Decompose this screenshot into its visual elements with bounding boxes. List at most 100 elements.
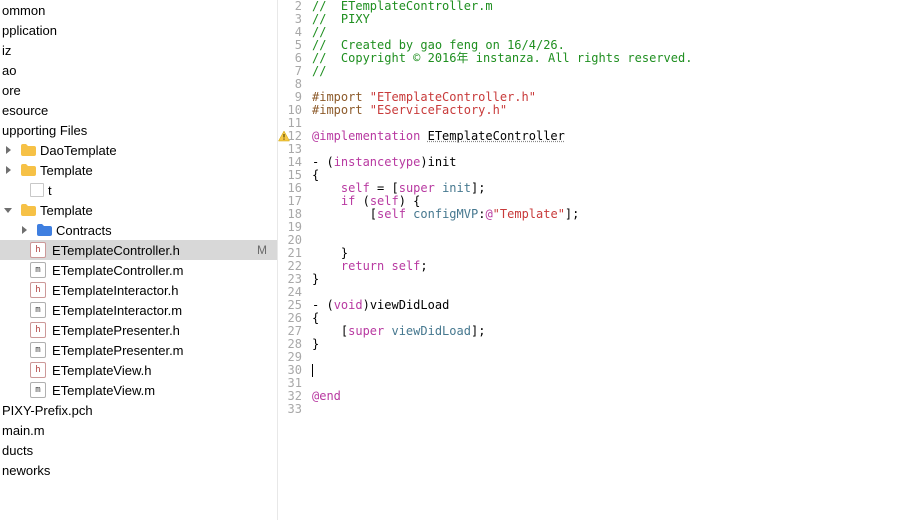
- nav-item-ommon[interactable]: ommon: [0, 0, 277, 20]
- disclosure-closed-icon[interactable]: [0, 142, 16, 158]
- disclosure-open-icon[interactable]: [0, 202, 16, 218]
- nav-item-label: pplication: [2, 23, 57, 38]
- implementation-file-icon: m: [30, 382, 46, 398]
- code-line[interactable]: [312, 234, 920, 247]
- nav-item-template[interactable]: Template: [0, 200, 277, 220]
- nav-item-t[interactable]: t: [0, 180, 277, 200]
- nav-item-etemplateview-m[interactable]: m ETemplateView.m: [0, 380, 277, 400]
- code-line[interactable]: - (instancetype)init: [312, 156, 920, 169]
- nav-item-label: ETemplateView.h: [52, 363, 152, 378]
- code-line[interactable]: [312, 377, 920, 390]
- folder-icon: [36, 222, 52, 238]
- code-editor[interactable]: 2345678910111213141516171819202122232425…: [278, 0, 920, 520]
- nav-item-label: t: [48, 183, 52, 198]
- code-line[interactable]: [312, 403, 920, 416]
- line-number: 4: [278, 26, 308, 39]
- code-line[interactable]: [312, 364, 920, 377]
- code-line[interactable]: // Copyright © 2016年 instanza. All right…: [312, 52, 920, 65]
- header-file-icon: h: [30, 362, 46, 378]
- nav-item-upporting-files[interactable]: upporting Files: [0, 120, 277, 140]
- nav-item-label: iz: [2, 43, 11, 58]
- code-line[interactable]: //: [312, 65, 920, 78]
- folder-icon: [20, 142, 36, 158]
- nav-item-ducts[interactable]: ducts: [0, 440, 277, 460]
- line-number: 2: [278, 0, 308, 13]
- nav-item-main-m[interactable]: main.m: [0, 420, 277, 440]
- nav-item-etemplatepresenter-m[interactable]: m ETemplatePresenter.m: [0, 340, 277, 360]
- code-line[interactable]: #import "EServiceFactory.h": [312, 104, 920, 117]
- nav-item-ao[interactable]: ao: [0, 60, 277, 80]
- line-number: 7: [278, 65, 308, 78]
- text-caret: [312, 364, 313, 377]
- project-navigator[interactable]: ommon pplication iz ao ore esource upporting F…: [0, 0, 278, 520]
- nav-item-label: DaoTemplate: [40, 143, 117, 158]
- vcs-status-badge: M: [257, 243, 267, 257]
- implementation-file-icon: m: [30, 262, 46, 278]
- nav-item-label: Contracts: [56, 223, 112, 238]
- xcode-window: ommon pplication iz ao ore esource upporting F…: [0, 0, 920, 520]
- nav-item-etemplateinteractor-h[interactable]: h ETemplateInteractor.h: [0, 280, 277, 300]
- nav-item-label: ETemplatePresenter.h: [52, 323, 180, 338]
- nav-item-label: ETemplateInteractor.h: [52, 283, 178, 298]
- line-number: 5: [278, 39, 308, 52]
- header-file-icon: h: [30, 282, 46, 298]
- nav-item-etemplateinteractor-m[interactable]: m ETemplateInteractor.m: [0, 300, 277, 320]
- line-number-gutter: 2345678910111213141516171819202122232425…: [278, 0, 308, 520]
- nav-item-label: main.m: [2, 423, 45, 438]
- nav-item-label: esource: [2, 103, 48, 118]
- nav-item-label: PIXY-Prefix.pch: [2, 403, 93, 418]
- nav-item-label: ETemplateController.m: [52, 263, 184, 278]
- nav-item-etemplateview-h[interactable]: h ETemplateView.h: [0, 360, 277, 380]
- nav-item-template[interactable]: Template: [0, 160, 277, 180]
- nav-item-contracts[interactable]: Contracts: [0, 220, 277, 240]
- implementation-file-icon: m: [30, 302, 46, 318]
- nav-item-label: ETemplatePresenter.m: [52, 343, 184, 358]
- nav-item-pixy-prefix-pch[interactable]: PIXY-Prefix.pch: [0, 400, 277, 420]
- nav-item-pplication[interactable]: pplication: [0, 20, 277, 40]
- code-line[interactable]: @implementation ETemplateController: [312, 130, 920, 143]
- nav-item-label: ETemplateView.m: [52, 383, 155, 398]
- nav-item-neworks[interactable]: neworks: [0, 460, 277, 480]
- header-file-icon: h: [30, 242, 46, 258]
- line-number: 8: [278, 78, 308, 91]
- code-line[interactable]: // PIXY: [312, 13, 920, 26]
- implementation-file-icon: m: [30, 342, 46, 358]
- nav-item-label: Template: [40, 163, 93, 178]
- nav-item-label: Template: [40, 203, 93, 218]
- code-line[interactable]: [312, 221, 920, 234]
- nav-item-label: ao: [2, 63, 16, 78]
- nav-item-label: ducts: [2, 443, 33, 458]
- code-line[interactable]: [self configMVP:@"Template"];: [312, 208, 920, 221]
- nav-item-etemplatepresenter-h[interactable]: h ETemplatePresenter.h: [0, 320, 277, 340]
- code-line[interactable]: [312, 351, 920, 364]
- code-line[interactable]: [super viewDidLoad];: [312, 325, 920, 338]
- code-line[interactable]: }: [312, 273, 920, 286]
- code-line[interactable]: }: [312, 338, 920, 351]
- code-line[interactable]: // ETemplateController.m: [312, 0, 920, 13]
- nav-item-etemplatecontroller-m[interactable]: m ETemplateController.m: [0, 260, 277, 280]
- line-number: 3: [278, 13, 308, 26]
- nav-item-label: ETemplateInteractor.m: [52, 303, 182, 318]
- nav-item-label: upporting Files: [2, 123, 87, 138]
- code-line[interactable]: - (void)viewDidLoad: [312, 299, 920, 312]
- nav-item-label: ommon: [2, 3, 45, 18]
- code-area[interactable]: // ETemplateController.m// PIXY//// Crea…: [308, 0, 920, 520]
- code-line[interactable]: return self;: [312, 260, 920, 273]
- line-number: 33: [278, 403, 308, 416]
- disclosure-closed-icon[interactable]: [0, 162, 16, 178]
- nav-item-ore[interactable]: ore: [0, 80, 277, 100]
- header-file-icon: h: [30, 322, 46, 338]
- nav-item-etemplatecontroller-h[interactable]: h ETemplateController.h M: [0, 240, 277, 260]
- line-number: 6: [278, 52, 308, 65]
- folder-icon: [20, 202, 36, 218]
- nav-item-label: ore: [2, 83, 21, 98]
- disclosure-closed-icon[interactable]: [16, 222, 32, 238]
- blank-file-icon: [30, 183, 44, 197]
- code-line[interactable]: @end: [312, 390, 920, 403]
- nav-item-daotemplate[interactable]: DaoTemplate: [0, 140, 277, 160]
- nav-item-iz[interactable]: iz: [0, 40, 277, 60]
- folder-icon: [20, 162, 36, 178]
- nav-item-esource[interactable]: esource: [0, 100, 277, 120]
- nav-item-label: ETemplateController.h: [52, 243, 180, 258]
- nav-item-label: neworks: [2, 463, 50, 478]
